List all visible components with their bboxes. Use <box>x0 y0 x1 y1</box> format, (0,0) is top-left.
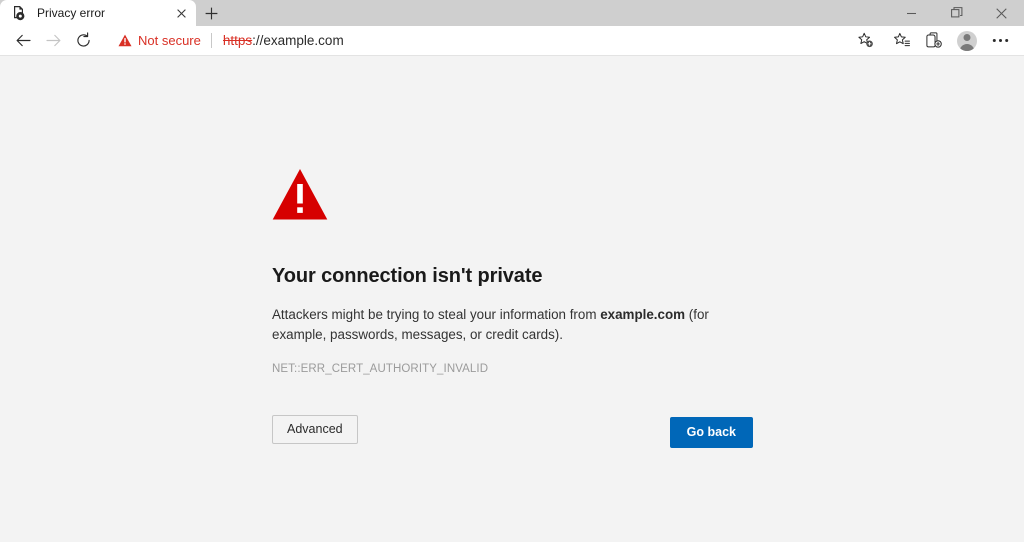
close-icon <box>996 8 1007 19</box>
new-tab-button[interactable] <box>196 0 226 26</box>
forward-arrow-icon <box>45 32 62 49</box>
restore-icon <box>951 7 963 19</box>
url-scheme: https <box>223 33 252 48</box>
warning-triangle-icon <box>118 34 132 47</box>
page-content: Your connection isn't private Attackers … <box>0 56 1024 542</box>
favorites-button[interactable] <box>886 27 918 55</box>
restore-button[interactable] <box>934 0 979 26</box>
address-bar[interactable]: Not secure https://example.com <box>106 29 882 53</box>
error-code: NET::ERR_CERT_AUTHORITY_INVALID <box>272 363 752 375</box>
tab-close-icon[interactable] <box>172 4 190 22</box>
browser-tab[interactable]: Privacy error <box>0 0 196 26</box>
go-back-button[interactable]: Go back <box>670 417 753 448</box>
collections-button[interactable] <box>918 27 950 55</box>
url-rest: ://example.com <box>252 33 344 48</box>
url-text[interactable]: https://example.com <box>223 33 852 48</box>
back-button[interactable] <box>8 27 38 55</box>
profile-button[interactable] <box>950 27 984 55</box>
forward-button <box>38 27 68 55</box>
broken-page-icon <box>11 5 27 21</box>
favorites-star-icon <box>893 32 911 50</box>
minimize-icon <box>906 8 917 19</box>
red-warning-triangle-icon <box>272 168 328 221</box>
settings-and-more-button[interactable] <box>984 27 1016 55</box>
security-status-text: Not secure <box>138 33 201 48</box>
close-button[interactable] <box>979 0 1024 26</box>
titlebar: Privacy error <box>0 0 1024 26</box>
error-description-lead: Attackers might be trying to steal your … <box>272 307 600 322</box>
collections-icon <box>925 32 943 50</box>
profile-avatar-icon <box>957 31 977 51</box>
back-arrow-icon <box>15 32 32 49</box>
advanced-button[interactable]: Advanced <box>272 415 358 444</box>
browser-toolbar: Not secure https://example.com <box>0 26 1024 56</box>
star-plus-icon[interactable] <box>852 30 878 52</box>
address-divider <box>211 33 212 48</box>
error-description: Attackers might be trying to steal your … <box>272 305 752 344</box>
reload-button[interactable] <box>68 27 98 55</box>
reload-icon <box>75 32 92 49</box>
minimize-button[interactable] <box>889 0 934 26</box>
more-options-icon <box>992 38 1009 43</box>
plus-icon <box>205 7 218 20</box>
interstitial-button-row: Advanced Go back <box>272 415 753 448</box>
interstitial-error-panel: Your connection isn't private Attackers … <box>272 168 752 375</box>
tab-title: Privacy error <box>37 0 172 26</box>
window-controls <box>889 0 1024 26</box>
page-title: Your connection isn't private <box>272 265 752 288</box>
security-status[interactable]: Not secure <box>118 33 201 48</box>
error-description-domain: example.com <box>600 307 685 322</box>
